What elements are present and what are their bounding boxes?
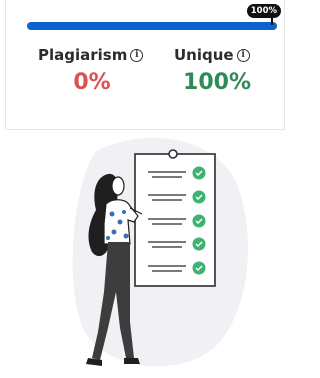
clipboard-clip xyxy=(168,149,178,159)
progress-badge: 100% xyxy=(246,4,281,18)
unique-stat: Unique i 100% xyxy=(174,46,260,95)
check-icon xyxy=(192,261,206,275)
check-icon xyxy=(192,237,206,251)
checklist-illustration xyxy=(72,137,248,367)
progress-bar-fill xyxy=(27,22,277,30)
plagiarism-value: 0% xyxy=(73,70,111,95)
info-icon[interactable]: i xyxy=(130,48,144,62)
plagiarism-stat: Plagiarism i 0% xyxy=(38,46,146,95)
unique-value: 100% xyxy=(183,70,251,95)
check-icon xyxy=(192,190,206,204)
progress-bar: 100% xyxy=(27,4,281,30)
plagiarism-label: Plagiarism xyxy=(38,46,128,64)
info-icon[interactable]: i xyxy=(236,48,250,62)
unique-label: Unique xyxy=(174,46,234,64)
check-icon xyxy=(192,214,206,228)
result-card: 100% Plagiarism i 0% Unique i 100% xyxy=(5,0,285,130)
shoes xyxy=(86,358,140,366)
progress-badge-stem xyxy=(271,17,273,25)
check-icon xyxy=(192,166,206,180)
face xyxy=(111,176,125,196)
